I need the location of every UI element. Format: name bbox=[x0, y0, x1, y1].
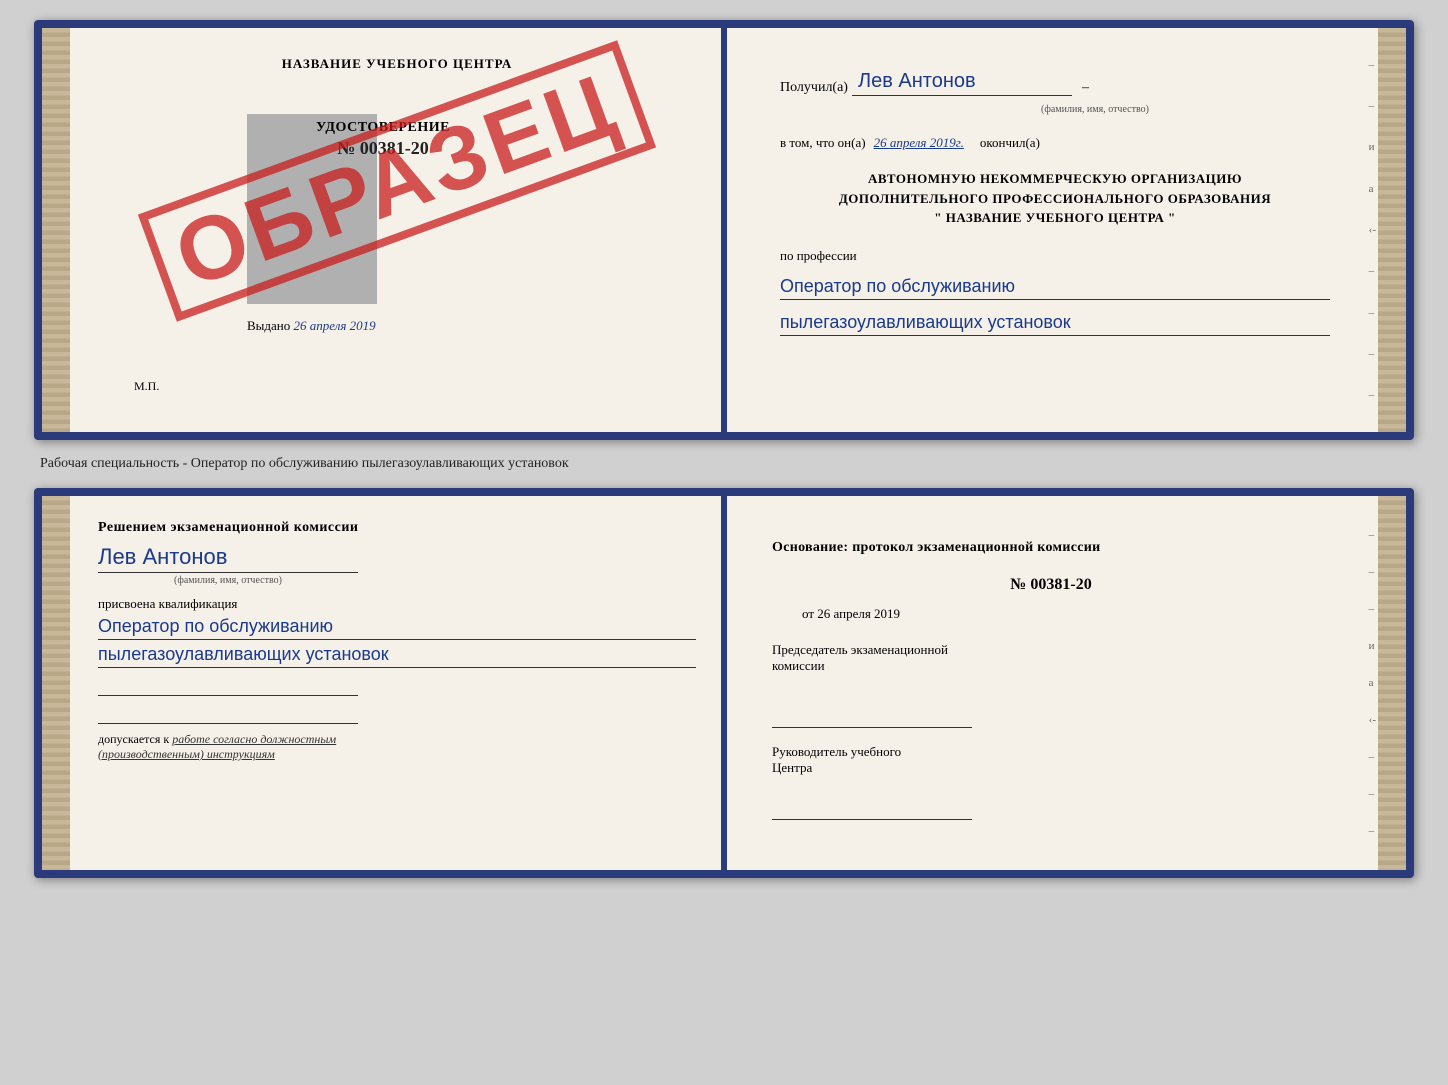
admission-italic: работе согласно должностным bbox=[172, 732, 336, 746]
admission-text: допускается к работе согласно должностны… bbox=[98, 732, 696, 762]
fio-hint-top: (фамилия, имя, отчество) bbox=[860, 104, 1330, 115]
profession-value2: пылегазоулавливающих установок bbox=[780, 312, 1330, 336]
stamp-text: ОБРАЗЕЦ bbox=[138, 40, 656, 322]
director-label1: Руководитель учебного bbox=[772, 744, 1330, 760]
protocol-date-value: 26 апреля 2019 bbox=[817, 606, 900, 621]
profession-value1: Оператор по обслуживанию bbox=[780, 276, 1330, 300]
top-right-page: Получил(а) Лев Антонов – (фамилия, имя, … bbox=[724, 28, 1406, 432]
recipient-name: Лев Антонов bbox=[852, 70, 1072, 96]
bottom-left-page: Решением экзаменационной комиссии Лев Ан… bbox=[42, 496, 724, 870]
cert-issued-row: Выдано 26 апреля 2019 bbox=[247, 318, 547, 334]
extra-line1 bbox=[98, 676, 358, 696]
bottom-left-content: Решением экзаменационной комиссии Лев Ан… bbox=[98, 520, 696, 762]
side-marks2-right: – – – и а ‹- – – – bbox=[1369, 516, 1376, 850]
issued-date: 26 апреля 2019 bbox=[294, 318, 376, 333]
protocol-date: от 26 апреля 2019 bbox=[772, 606, 1330, 622]
chairman-signature-line bbox=[772, 704, 972, 728]
date-row: в том, что он(а) 26 апреля 2019г. окончи… bbox=[780, 135, 1330, 151]
chairman-label1: Председатель экзаменационной bbox=[772, 642, 1330, 658]
protocol-date-prefix: от bbox=[802, 606, 814, 621]
admission-italic2: (производственным) инструкциям bbox=[98, 747, 275, 761]
bottom-right-page: Основание: протокол экзаменационной коми… bbox=[724, 496, 1406, 870]
bottom-right-content: Основание: протокол экзаменационной коми… bbox=[762, 520, 1350, 856]
left-page-content: НАЗВАНИЕ УЧЕБНОГО ЦЕНТРА УДОСТОВЕРЕНИЕ №… bbox=[98, 52, 696, 408]
cert-block: УДОСТОВЕРЕНИЕ № 00381-20 ОБРАЗЕЦ Выдано … bbox=[247, 84, 547, 344]
issued-label: Выдано bbox=[247, 318, 290, 333]
cert-number: № 00381-20 bbox=[303, 138, 463, 159]
org-line1: АВТОНОМНУЮ НЕКОММЕРЧЕСКУЮ ОРГАНИЗАЦИЮ bbox=[780, 169, 1330, 189]
chairman-label2: комиссии bbox=[772, 658, 1330, 674]
profession-label: по профессии bbox=[780, 248, 1330, 264]
fio-hint2: (фамилия, имя, отчество) bbox=[98, 575, 358, 586]
qualification-label: присвоена квалификация bbox=[98, 596, 696, 612]
director-label: Руководитель учебного Центра bbox=[772, 744, 1330, 776]
basis-text: Основание: протокол экзаменационной коми… bbox=[772, 540, 1330, 556]
school-name-top: НАЗВАНИЕ УЧЕБНОГО ЦЕНТРА bbox=[282, 56, 513, 72]
decision-text: Решением экзаменационной комиссии bbox=[98, 520, 696, 536]
org-line2: ДОПОЛНИТЕЛЬНОГО ПРОФЕССИОНАЛЬНОГО ОБРАЗО… bbox=[780, 189, 1330, 209]
cert-title-block: УДОСТОВЕРЕНИЕ № 00381-20 bbox=[303, 120, 463, 159]
director-label2: Центра bbox=[772, 760, 1330, 776]
middle-label: Рабочая специальность - Оператор по обсл… bbox=[40, 456, 569, 472]
chairman-label: Председатель экзаменационной комиссии bbox=[772, 642, 1330, 674]
right-page-content: Получил(а) Лев Антонов – (фамилия, имя, … bbox=[752, 52, 1350, 354]
org-block: АВТОНОМНУЮ НЕКОММЕРЧЕСКУЮ ОРГАНИЗАЦИЮ ДО… bbox=[780, 169, 1330, 228]
qualification-value1: Оператор по обслуживанию bbox=[98, 616, 696, 640]
bottom-booklet: Решением экзаменационной комиссии Лев Ан… bbox=[34, 488, 1414, 878]
qualification-value2: пылегазоулавливающих установок bbox=[98, 644, 696, 668]
side-marks-right: – – и а ‹- – – – – bbox=[1369, 48, 1376, 412]
person-name2: Лев Антонов bbox=[98, 544, 358, 573]
top-booklet: НАЗВАНИЕ УЧЕБНОГО ЦЕНТРА УДОСТОВЕРЕНИЕ №… bbox=[34, 20, 1414, 440]
protocol-number: № 00381-20 bbox=[772, 576, 1330, 594]
director-signature-line bbox=[772, 796, 972, 820]
recipient-row: Получил(а) Лев Антонов – bbox=[780, 70, 1330, 96]
mp-label: М.П. bbox=[134, 379, 159, 394]
extra-line2 bbox=[98, 704, 358, 724]
org-line3: " НАЗВАНИЕ УЧЕБНОГО ЦЕНТРА " bbox=[780, 208, 1330, 228]
admission-prefix: допускается к bbox=[98, 732, 169, 746]
recipient-label: Получил(а) bbox=[780, 80, 848, 96]
date-value: 26 апреля 2019г. bbox=[874, 135, 964, 151]
cert-title: УДОСТОВЕРЕНИЕ bbox=[303, 120, 463, 136]
date-suffix: окончил(а) bbox=[980, 135, 1040, 151]
date-prefix: в том, что он(а) bbox=[780, 135, 866, 151]
top-left-page: НАЗВАНИЕ УЧЕБНОГО ЦЕНТРА УДОСТОВЕРЕНИЕ №… bbox=[42, 28, 724, 432]
